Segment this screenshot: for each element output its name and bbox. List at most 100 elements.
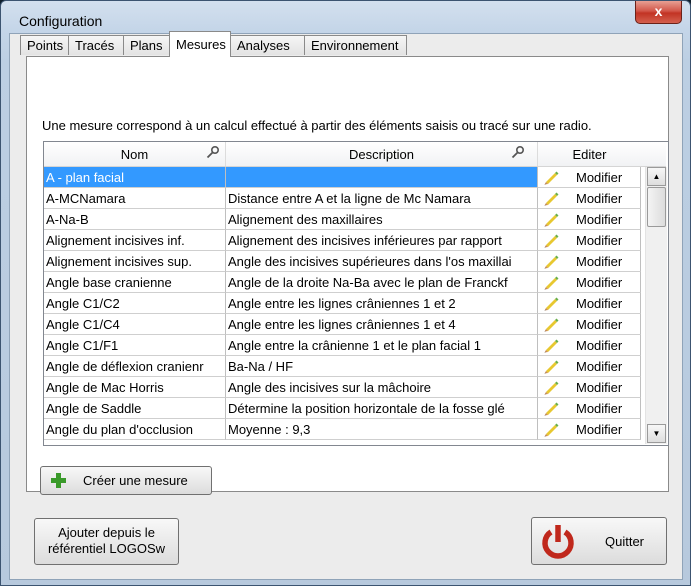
table-row[interactable]: Angle de Mac Horris Angle des incisives s… bbox=[44, 377, 641, 398]
scroll-up-button[interactable]: ▲ bbox=[647, 167, 666, 186]
tab-points[interactable]: Points bbox=[20, 35, 69, 55]
create-measure-label: Créer une mesure bbox=[83, 473, 188, 488]
add-button-label-line2: référentiel LOGOSw bbox=[47, 541, 166, 556]
row-description[interactable]: Moyenne : 9,3 bbox=[226, 419, 538, 440]
column-header-name[interactable]: Nom bbox=[44, 142, 226, 166]
pencil-icon bbox=[544, 402, 559, 416]
add-from-logosw-button[interactable]: Ajouter depuis le référentiel LOGOSw bbox=[34, 518, 179, 565]
modify-button[interactable]: Modifier bbox=[538, 293, 641, 314]
plus-icon bbox=[51, 473, 66, 488]
row-description[interactable]: Alignement des maxillaires bbox=[226, 209, 538, 230]
row-name[interactable]: Angle de déflexion cranienr bbox=[44, 356, 226, 377]
intro-text: Une mesure correspond à un calcul effect… bbox=[42, 118, 592, 133]
row-name[interactable]: A - plan facial bbox=[44, 167, 226, 188]
row-name[interactable]: Alignement incisives sup. bbox=[44, 251, 226, 272]
table-row[interactable]: A - plan facial Modifier bbox=[44, 167, 641, 188]
grid-header: Nom Description Editer bbox=[44, 142, 666, 167]
column-header-description[interactable]: Description bbox=[226, 142, 538, 166]
row-description[interactable]: Angle entre les lignes crâniennes 1 et 2 bbox=[226, 293, 538, 314]
close-icon: x bbox=[654, 3, 663, 19]
row-description[interactable]: Angle entre la crânienne 1 et le plan fa… bbox=[226, 335, 538, 356]
close-button[interactable]: x bbox=[635, 1, 682, 24]
modify-label: Modifier bbox=[576, 296, 623, 311]
search-icon[interactable] bbox=[511, 145, 525, 159]
quit-button[interactable]: Quitter bbox=[531, 517, 667, 565]
row-description[interactable]: Détermine la position horizontale de la … bbox=[226, 398, 538, 419]
row-name[interactable]: Angle de Mac Horris bbox=[44, 377, 226, 398]
table-row[interactable]: Angle C1/F1 Angle entre la crânienne 1 et… bbox=[44, 335, 641, 356]
table-row[interactable]: Angle C1/C2 Angle entre les lignes crânie… bbox=[44, 293, 641, 314]
search-icon[interactable] bbox=[206, 145, 220, 159]
modify-button[interactable]: Modifier bbox=[538, 209, 641, 230]
table-row[interactable]: A-MCNamara Distance entre A et la ligne d… bbox=[44, 188, 641, 209]
pencil-icon bbox=[544, 171, 559, 185]
row-description[interactable]: Alignement des incisives inférieures par… bbox=[226, 230, 538, 251]
table-row[interactable]: Angle de Saddle Détermine la position hor… bbox=[44, 398, 641, 419]
modify-button[interactable]: Modifier bbox=[538, 377, 641, 398]
modify-label: Modifier bbox=[576, 191, 623, 206]
column-header-name-label: Nom bbox=[120, 147, 149, 162]
row-description[interactable]: Ba-Na / HF bbox=[226, 356, 538, 377]
tab-analyses[interactable]: Analyses bbox=[230, 35, 305, 55]
measures-grid: Nom Description Editer A - plan facial Mo… bbox=[43, 141, 669, 446]
modify-label: Modifier bbox=[576, 170, 623, 185]
table-row[interactable]: Alignement incisives sup. Angle des incis… bbox=[44, 251, 641, 272]
power-icon bbox=[542, 525, 574, 559]
table-row[interactable]: Alignement incisives inf. Alignement des … bbox=[44, 230, 641, 251]
row-name[interactable]: Angle C1/C4 bbox=[44, 314, 226, 335]
row-name[interactable]: Angle base cranienne bbox=[44, 272, 226, 293]
row-description[interactable] bbox=[226, 167, 538, 188]
modify-button[interactable]: Modifier bbox=[538, 230, 641, 251]
row-name[interactable]: Angle C1/F1 bbox=[44, 335, 226, 356]
row-name[interactable]: Angle du plan d'occlusion bbox=[44, 419, 226, 440]
table-row[interactable]: Angle base cranienne Angle de la droite N… bbox=[44, 272, 641, 293]
modify-button[interactable]: Modifier bbox=[538, 188, 641, 209]
modify-button[interactable]: Modifier bbox=[538, 251, 641, 272]
row-name[interactable]: Angle de Saddle bbox=[44, 398, 226, 419]
tab-mesures[interactable]: Mesures bbox=[169, 31, 231, 57]
tab-environnement[interactable]: Environnement bbox=[304, 35, 407, 55]
pencil-icon bbox=[544, 339, 559, 353]
modify-label: Modifier bbox=[576, 254, 623, 269]
row-description[interactable]: Angle entre les lignes crâniennes 1 et 4 bbox=[226, 314, 538, 335]
pencil-icon bbox=[544, 423, 559, 437]
modify-button[interactable]: Modifier bbox=[538, 314, 641, 335]
table-row[interactable]: A-Na-B Alignement des maxillaires Modifier bbox=[44, 209, 641, 230]
modify-label: Modifier bbox=[576, 233, 623, 248]
tab-traces[interactable]: Tracés bbox=[68, 35, 124, 55]
modify-button[interactable]: Modifier bbox=[538, 335, 641, 356]
row-name[interactable]: A-Na-B bbox=[44, 209, 226, 230]
row-description[interactable]: Angle de la droite Na-Ba avec le plan de… bbox=[226, 272, 538, 293]
modify-button[interactable]: Modifier bbox=[538, 419, 641, 440]
modify-button[interactable]: Modifier bbox=[538, 167, 641, 188]
row-name[interactable]: Angle C1/C2 bbox=[44, 293, 226, 314]
table-row[interactable]: Angle C1/C4 Angle entre les lignes crânie… bbox=[44, 314, 641, 335]
modify-label: Modifier bbox=[576, 401, 623, 416]
pencil-icon bbox=[544, 318, 559, 332]
row-name[interactable]: Alignement incisives inf. bbox=[44, 230, 226, 251]
modify-button[interactable]: Modifier bbox=[538, 356, 641, 377]
vertical-scrollbar[interactable]: ▲ ▼ bbox=[645, 167, 667, 444]
scroll-thumb[interactable] bbox=[647, 187, 666, 227]
table-row[interactable]: Angle du plan d'occlusion Moyenne : 9,3 Mo… bbox=[44, 419, 641, 440]
tab-plans[interactable]: Plans bbox=[123, 35, 170, 55]
pencil-icon bbox=[544, 297, 559, 311]
row-description[interactable]: Distance entre A et la ligne de Mc Namar… bbox=[226, 188, 538, 209]
modify-button[interactable]: Modifier bbox=[538, 272, 641, 293]
modify-label: Modifier bbox=[576, 212, 623, 227]
row-description[interactable]: Angle des incisives sur la mâchoire bbox=[226, 377, 538, 398]
create-measure-button[interactable]: Créer une mesure bbox=[40, 466, 212, 495]
modify-button[interactable]: Modifier bbox=[538, 398, 641, 419]
column-header-description-label: Description bbox=[348, 147, 415, 162]
quit-label: Quitter bbox=[605, 534, 645, 549]
pencil-icon bbox=[544, 213, 559, 227]
scroll-down-button[interactable]: ▼ bbox=[647, 424, 666, 443]
row-name[interactable]: A-MCNamara bbox=[44, 188, 226, 209]
row-description[interactable]: Angle des incisives supérieures dans l'o… bbox=[226, 251, 538, 272]
modify-label: Modifier bbox=[576, 359, 623, 374]
pencil-icon bbox=[544, 276, 559, 290]
modify-label: Modifier bbox=[576, 275, 623, 290]
table-row[interactable]: Angle de déflexion cranienr Ba-Na / HF Mod… bbox=[44, 356, 641, 377]
window-title: Configuration bbox=[19, 13, 103, 29]
title-bar[interactable]: Configuration x bbox=[1, 1, 690, 31]
